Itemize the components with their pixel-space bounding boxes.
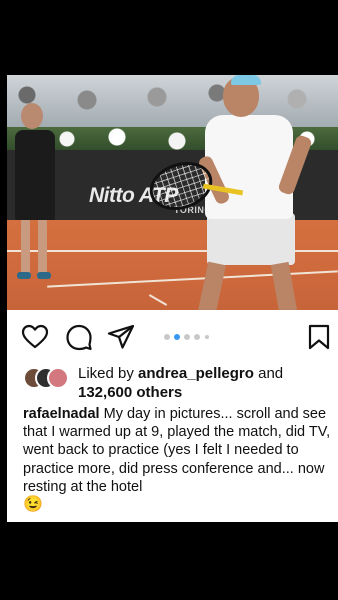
liked-by-text: Liked by andrea_pellegro and: [78, 365, 283, 383]
bookmark-icon[interactable]: [305, 323, 333, 351]
liked-by-prefix: Liked by: [78, 365, 134, 382]
liker-avatars: [23, 367, 73, 389]
likes-count[interactable]: 132,600 others: [78, 384, 182, 401]
instagram-post: Nitto ATP TORINO Liked by andrea_pellegr…: [7, 75, 338, 522]
carousel-dot: [194, 334, 200, 340]
post-caption: rafaelnadal My day in pictures... scroll…: [23, 405, 335, 514]
avatar: [47, 367, 69, 389]
post-actions: [7, 323, 338, 351]
send-icon[interactable]: [107, 323, 135, 351]
carousel-dot: [164, 334, 170, 340]
caption-username[interactable]: rafaelnadal: [23, 406, 100, 422]
post-photo[interactable]: Nitto ATP TORINO: [7, 75, 338, 310]
wink-emoji-icon: 😉: [23, 496, 43, 514]
photo-player-main: [207, 213, 295, 265]
heart-icon[interactable]: [21, 323, 49, 351]
liked-by-user[interactable]: andrea_pellegro: [138, 365, 254, 382]
comment-icon[interactable]: [65, 323, 93, 351]
liked-by-and: and: [258, 365, 284, 382]
photo-person-left: [21, 103, 43, 129]
carousel-dot: [205, 335, 209, 339]
carousel-dot: [184, 334, 190, 340]
carousel-dot-active: [174, 334, 180, 340]
